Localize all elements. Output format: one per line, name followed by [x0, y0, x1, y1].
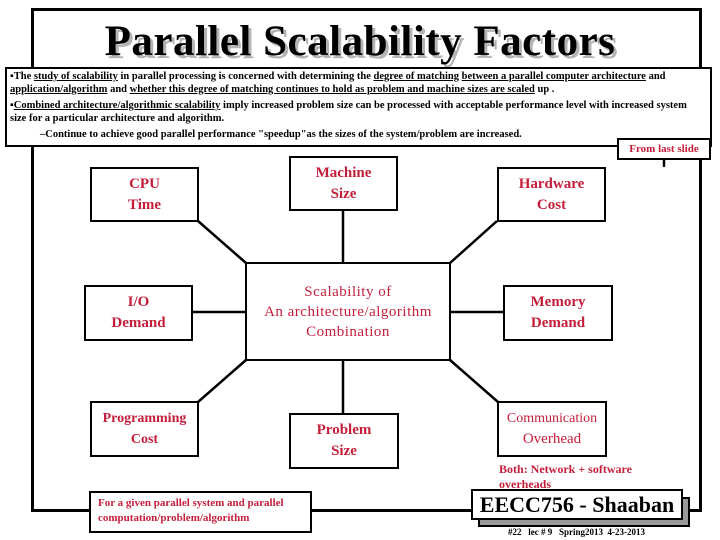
slide-footer: #22 lec # 9 Spring2013 4-23-2013 [508, 527, 645, 537]
node-label: Time [127, 196, 162, 213]
connector-hardware-cost [449, 220, 498, 264]
node-hardware-cost: Hardware Cost [497, 167, 606, 222]
node-label: Machine [315, 164, 372, 181]
emphasis: between a parallel computer architecture [461, 71, 646, 82]
note-line: Both: Network + software [499, 462, 632, 476]
node-problem-size: Problem Size [289, 413, 399, 469]
node-label: Problem [316, 422, 372, 438]
text: up . [534, 83, 555, 95]
emphasis: Combined architecture/algorithmic scalab… [13, 100, 221, 111]
node-label: Demand [530, 315, 586, 331]
connector-communication [449, 359, 499, 403]
text: and [107, 83, 130, 95]
emphasis: study of scalability [33, 71, 118, 82]
from-last-slide-label: From last slide [617, 138, 711, 160]
note-line: For a given parallel system and parallel [98, 497, 284, 509]
node-label: An architecture/algorithm [264, 303, 432, 320]
connector-cpu-time [197, 220, 247, 264]
course-badge: EECC756 - Shaaban [471, 489, 683, 520]
node-center-scalability: Scalability of An architecture/algorithm… [245, 262, 451, 361]
slide-title: Parallel Scalability Factors [104, 18, 616, 65]
node-machine-size: Machine Size [289, 156, 398, 211]
text: The [13, 71, 34, 82]
node-communication-overhead: Communication Overhead [497, 401, 607, 457]
note-line: computation/problem/algorithm [98, 512, 250, 524]
node-label: Scalability of [304, 283, 392, 300]
node-label: Cost [536, 196, 567, 213]
emphasis: whether this degree of matching continue… [129, 83, 535, 95]
node-label: I/O [127, 294, 150, 310]
node-programming-cost: Programming Cost [90, 401, 199, 457]
intro-sub-point: –Continue to achieve good parallel perfo… [40, 129, 522, 140]
text: in parallel processing is concerned with… [117, 71, 374, 82]
node-label: Combination [306, 323, 390, 340]
intro-paragraph-1: ▪The study of scalability in parallel pr… [10, 71, 704, 96]
connector-programming-cost [197, 359, 247, 403]
given-system-note: For a given parallel system and parallel… [89, 491, 312, 533]
emphasis: application/algorithm [10, 83, 108, 95]
node-io-demand: I/O Demand [84, 285, 193, 341]
communication-note: Both: Network + software overheads [499, 462, 632, 492]
intro-paragraph-2: ▪Combined architecture/algorithmic scala… [10, 100, 704, 125]
node-label: Demand [111, 315, 166, 331]
node-label: Programming [102, 411, 187, 426]
emphasis: degree of matching [373, 71, 460, 82]
node-label: Memory [530, 294, 586, 310]
node-label: Hardware [518, 175, 585, 192]
node-cpu-time: CPU Time [90, 167, 199, 222]
node-label: CPU [129, 175, 160, 192]
node-memory-demand: Memory Demand [503, 285, 613, 341]
node-label: Overhead [522, 431, 582, 447]
node-label: Size [331, 443, 357, 459]
intro-text-box: ▪The study of scalability in parallel pr… [5, 67, 712, 147]
text: and [645, 71, 666, 82]
node-label: Size [330, 185, 357, 202]
node-label: Communication [506, 411, 598, 426]
node-label: Cost [130, 432, 159, 447]
